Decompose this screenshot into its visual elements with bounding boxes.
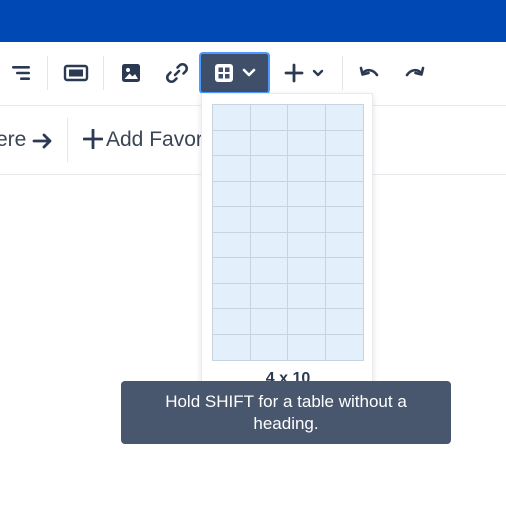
table-grid-cell[interactable] [213,130,251,156]
table-grid-cell[interactable] [288,258,326,284]
tooltip: Hold SHIFT for a table without a heading… [121,381,451,444]
table-grid-cell[interactable] [288,105,326,131]
table-grid-cell[interactable] [250,130,288,156]
insert-table-button[interactable] [199,52,270,94]
table-grid-cell[interactable] [325,156,363,182]
table-size-picker: 4 x 10 [201,93,373,393]
link-button[interactable] [158,53,196,93]
table-grid-cell[interactable] [213,156,251,182]
image-button[interactable] [114,53,148,93]
table-grid-cell[interactable] [250,232,288,258]
insert-more-button[interactable] [278,53,330,93]
table-grid-cell[interactable] [325,130,363,156]
favorites-left-text: ere [0,128,27,151]
table-grid-cell[interactable] [325,181,363,207]
table-grid-cell[interactable] [288,283,326,309]
align-menu-icon [10,63,32,83]
table-grid-cell[interactable] [250,181,288,207]
redo-button[interactable] [399,53,431,93]
arrow-right-icon [32,131,54,156]
table-grid-cell[interactable] [325,309,363,335]
table-grid-cell[interactable] [288,156,326,182]
table-grid-cell[interactable] [325,258,363,284]
link-icon [164,60,190,86]
undo-button[interactable] [353,53,385,93]
table-grid-cell[interactable] [250,334,288,360]
table-grid-cell[interactable] [213,334,251,360]
plus-icon [284,63,304,83]
table-grid-cell[interactable] [213,283,251,309]
chevron-down-icon [242,68,256,78]
table-grid-cell[interactable] [250,283,288,309]
table-grid-cell[interactable] [288,181,326,207]
table-grid-cell[interactable] [250,258,288,284]
panel-icon [63,63,89,83]
table-grid-cell[interactable] [325,334,363,360]
table-grid-cell[interactable] [325,207,363,233]
table-grid-cell[interactable] [288,309,326,335]
table-size-grid[interactable] [212,104,364,361]
undo-icon [357,63,381,83]
table-grid-cell[interactable] [213,258,251,284]
chevron-down-icon [312,69,324,78]
panel-button[interactable] [58,53,94,93]
redo-icon [403,63,427,83]
table-grid-cell[interactable] [250,309,288,335]
table-grid-cell[interactable] [325,283,363,309]
table-grid-cell[interactable] [288,207,326,233]
align-menu-button[interactable] [6,53,36,93]
table-grid-cell[interactable] [288,232,326,258]
table-grid-cell[interactable] [288,130,326,156]
image-icon [120,62,142,84]
table-grid-cell[interactable] [250,156,288,182]
table-grid-cell[interactable] [213,232,251,258]
table-grid-cell[interactable] [250,105,288,131]
top-header-bar [0,0,506,42]
tooltip-text: Hold SHIFT for a table without a heading… [165,392,407,433]
add-favorite-label: Add Favor [106,128,203,151]
plus-icon [82,128,104,154]
table-grid-cell[interactable] [213,181,251,207]
table-grid-cell[interactable] [213,207,251,233]
table-grid-cell[interactable] [213,309,251,335]
table-grid-cell[interactable] [325,105,363,131]
table-grid-cell[interactable] [250,207,288,233]
table-icon [214,63,234,83]
table-grid-cell[interactable] [325,232,363,258]
table-grid-cell[interactable] [213,105,251,131]
table-grid-cell[interactable] [288,334,326,360]
